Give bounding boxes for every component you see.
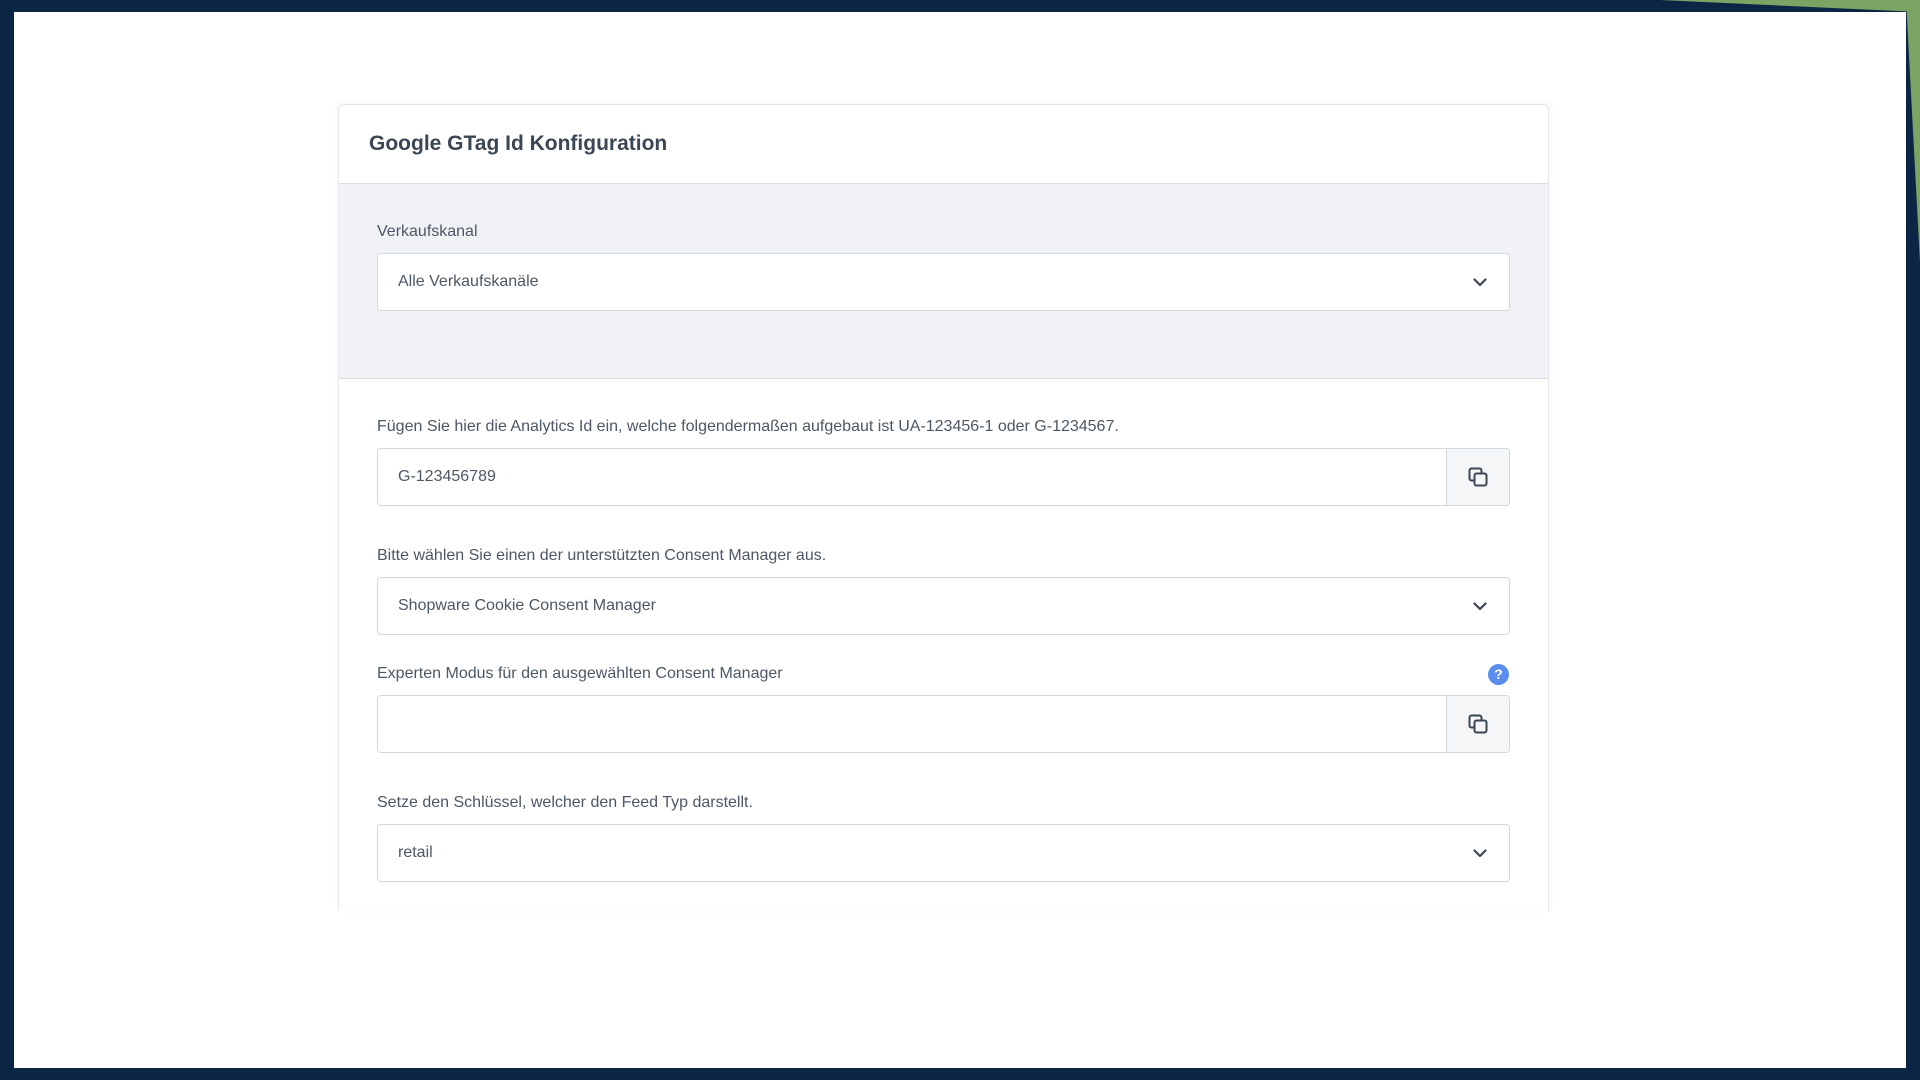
- help-icon[interactable]: ?: [1488, 663, 1509, 685]
- expert-mode-field[interactable]: [377, 695, 1510, 753]
- sales-channel-label: Verkaufskanal: [377, 222, 1510, 242]
- expert-mode-label: Experten Modus für den ausgewählten Cons…: [377, 663, 1510, 685]
- feed-type-value: retail: [398, 844, 433, 861]
- feed-type-select[interactable]: retail: [377, 824, 1510, 882]
- copy-expert-mode-button[interactable]: [1446, 696, 1509, 752]
- corner-accent: [1660, 0, 1920, 12]
- consent-manager-label: Bitte wählen Sie einen der unterstützten…: [377, 546, 1510, 566]
- copy-icon: [1468, 714, 1488, 734]
- consent-manager-select[interactable]: Shopware Cookie Consent Manager: [377, 577, 1510, 635]
- config-card: Google GTag Id Konfiguration Verkaufskan…: [338, 104, 1549, 911]
- analytics-id-field[interactable]: G-123456789: [377, 448, 1510, 506]
- copy-analytics-id-button[interactable]: [1446, 449, 1509, 505]
- chevron-down-icon[interactable]: [1451, 254, 1509, 310]
- sales-channel-value: Alle Verkaufskanäle: [398, 273, 539, 290]
- copy-icon: [1468, 467, 1488, 487]
- presentation-frame: Google GTag Id Konfiguration Verkaufskan…: [0, 0, 1920, 1080]
- settings-section: Fügen Sie hier die Analytics Id ein, wel…: [339, 379, 1548, 882]
- sales-channel-section: Verkaufskanal Alle Verkaufskanäle: [339, 184, 1548, 379]
- consent-manager-label-text: Bitte wählen Sie einen der unterstützten…: [377, 547, 827, 564]
- card-header: Google GTag Id Konfiguration: [339, 105, 1548, 184]
- feed-type-label: Setze den Schlüssel, welcher den Feed Ty…: [377, 793, 1510, 813]
- corner-accent-side: [1906, 0, 1920, 262]
- consent-manager-value: Shopware Cookie Consent Manager: [398, 597, 656, 614]
- analytics-id-value[interactable]: G-123456789: [378, 468, 1446, 486]
- feed-type-label-text: Setze den Schlüssel, welcher den Feed Ty…: [377, 794, 753, 811]
- sales-channel-label-text: Verkaufskanal: [377, 223, 478, 240]
- sales-channel-select[interactable]: Alle Verkaufskanäle: [377, 253, 1510, 311]
- expert-mode-label-text: Experten Modus für den ausgewählten Cons…: [377, 665, 783, 682]
- chevron-down-icon[interactable]: [1451, 578, 1509, 634]
- analytics-id-label-text: Fügen Sie hier die Analytics Id ein, wel…: [377, 418, 1119, 435]
- card-title: Google GTag Id Konfiguration: [369, 132, 668, 155]
- analytics-id-label: Fügen Sie hier die Analytics Id ein, wel…: [377, 417, 1510, 437]
- chevron-down-icon[interactable]: [1451, 825, 1509, 881]
